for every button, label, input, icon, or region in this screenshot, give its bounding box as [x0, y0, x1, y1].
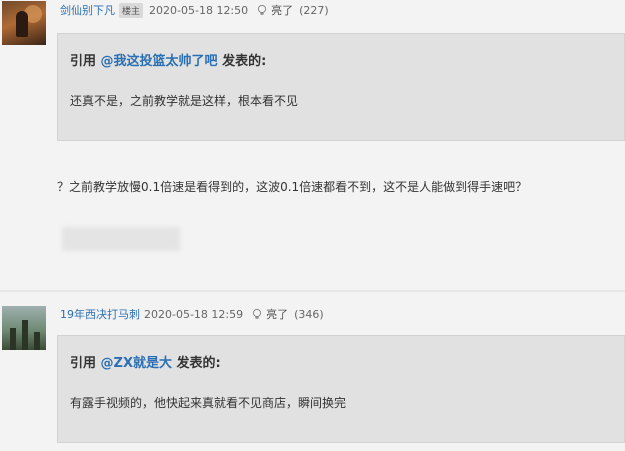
quote-box: 引用 @ZX就是大 发表的: 有露手视频的，他快起来真就看不见商店，瞬间换完 — [57, 335, 625, 443]
like-count: (346) — [294, 307, 324, 321]
post-meta: 19年西决打马刺 2020-05-18 12:59 亮了 (346) — [60, 306, 324, 322]
post-timestamp: 2020-05-18 12:59 — [144, 307, 244, 321]
quote-header: 引用 @ZX就是大 发表的: — [70, 352, 221, 371]
light-bulb-icon[interactable] — [251, 308, 263, 320]
like-count: (227) — [299, 3, 329, 17]
reply-text: ？之前教学放慢0.1倍速是看得到的，这波0.1倍速都看不到，这不是人能做到得手速… — [57, 180, 528, 194]
like-button[interactable]: 亮了 — [271, 2, 293, 18]
quote-body: 有露手视频的，他快起来真就看不见商店，瞬间换完 — [70, 396, 347, 410]
op-badge: 楼主 — [119, 2, 144, 18]
quote-body: 还真不是，之前教学就是这样，根本看不见 — [70, 94, 299, 108]
quote-suffix: 发表的: — [217, 54, 267, 69]
quote-prefix: 引用 — [70, 356, 101, 371]
post-1: 剑仙别下凡 楼主 2020-05-18 12:50 亮了 (227) 引用 @我… — [0, 0, 625, 290]
post-2: 19年西决打马刺 2020-05-18 12:59 亮了 (346) 引用 @Z… — [0, 292, 625, 451]
quoted-user-link[interactable]: @我这投篮太帅了吧 — [101, 54, 218, 69]
avatar[interactable] — [2, 1, 46, 45]
post-meta: 剑仙别下凡 楼主 2020-05-18 12:50 亮了 (227) — [60, 2, 329, 18]
quote-suffix: 发表的: — [171, 356, 221, 371]
light-bulb-icon[interactable] — [256, 4, 268, 16]
quote-box: 引用 @我这投篮太帅了吧 发表的: 还真不是，之前教学就是这样，根本看不见 — [57, 33, 625, 141]
avatar[interactable] — [2, 306, 46, 350]
username-link[interactable]: 剑仙别下凡 — [60, 2, 115, 18]
post-timestamp: 2020-05-18 12:50 — [149, 3, 249, 17]
blurred-content — [62, 227, 180, 251]
quote-header: 引用 @我这投篮太帅了吧 发表的: — [70, 50, 266, 69]
quoted-user-link[interactable]: @ZX就是大 — [101, 356, 172, 371]
quote-prefix: 引用 — [70, 54, 101, 69]
username-link[interactable]: 19年西决打马刺 — [60, 306, 140, 322]
like-button[interactable]: 亮了 — [266, 306, 288, 322]
